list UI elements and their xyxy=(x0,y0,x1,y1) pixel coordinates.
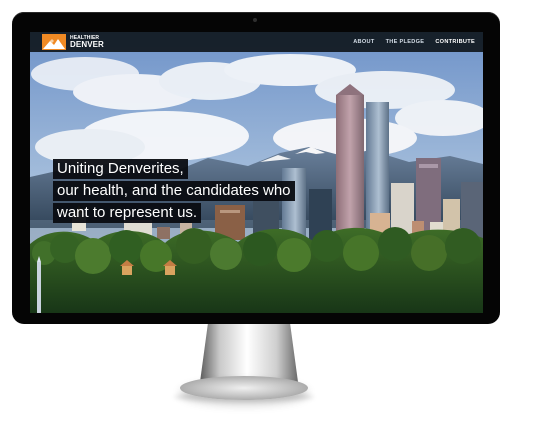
site-navbar: HEALTHIER DENVER ABOUT THE PLEDGE CONTRI… xyxy=(30,32,483,52)
headline-line-2: our health, and the candidates who xyxy=(53,181,295,201)
headline-line-1: Uniting Denverites, xyxy=(53,159,188,179)
camera-dot xyxy=(253,18,257,22)
monitor-stand-base xyxy=(180,376,308,400)
nav-the-pledge-link[interactable]: THE PLEDGE xyxy=(386,36,425,48)
website-screen: HEALTHIER DENVER ABOUT THE PLEDGE CONTRI… xyxy=(30,32,483,313)
device-mockup: HEALTHIER DENVER ABOUT THE PLEDGE CONTRI… xyxy=(0,0,534,421)
nav-about-link[interactable]: ABOUT xyxy=(353,36,374,48)
brand-line-2: DENVER xyxy=(70,39,104,49)
brand-logo[interactable]: HEALTHIER DENVER xyxy=(42,34,104,50)
hero-headline: Uniting Denverites, our health, and the … xyxy=(53,159,295,223)
mountain-logo-icon xyxy=(42,34,66,50)
nav-contribute-link[interactable]: CONTRIBUTE xyxy=(435,36,475,48)
brand-wordmark: HEALTHIER DENVER xyxy=(70,36,104,48)
trees xyxy=(30,227,483,313)
top-navigation: ABOUT THE PLEDGE CONTRIBUTE xyxy=(353,36,475,48)
monitor-frame: HEALTHIER DENVER ABOUT THE PLEDGE CONTRI… xyxy=(12,12,500,324)
headline-line-3: want to represent us. xyxy=(53,203,202,223)
monitor-stand-neck xyxy=(200,324,298,382)
